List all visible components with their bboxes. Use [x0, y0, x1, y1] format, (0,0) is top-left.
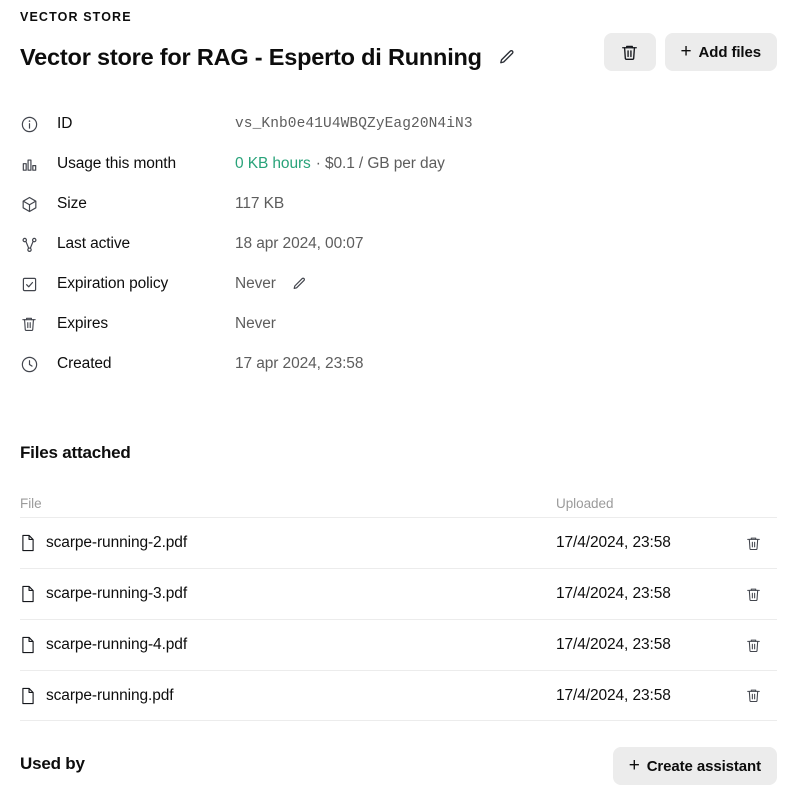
used-by-heading: Used by: [20, 754, 85, 773]
metadata-row-created: Created 17 apr 2024, 23:58: [20, 344, 777, 384]
metadata-label: Size: [57, 195, 87, 212]
expiration-policy-value: Never: [235, 275, 276, 292]
usage-rate-value: · $0.1 / GB per day: [315, 155, 445, 172]
pencil-icon: [497, 48, 516, 67]
delete-file-button[interactable]: [741, 531, 765, 555]
created-value: 17 apr 2024, 23:58: [235, 355, 364, 372]
metadata-label: Last active: [57, 235, 130, 252]
trash-icon: [620, 43, 639, 62]
table-row[interactable]: scarpe-running-4.pdf 17/4/2024, 23:58: [20, 619, 777, 670]
table-row[interactable]: scarpe-running-3.pdf 17/4/2024, 23:58: [20, 568, 777, 619]
files-table-header: File Uploaded: [20, 489, 777, 517]
clock-icon: [20, 355, 42, 374]
add-files-button[interactable]: + Add files: [664, 33, 777, 71]
breadcrumb-eyebrow: VECTOR STORE: [20, 10, 132, 24]
trash-icon: [20, 315, 42, 333]
plus-icon: +: [628, 754, 640, 776]
metadata-label: Expires: [57, 315, 108, 332]
file-icon: [20, 687, 36, 705]
file-uploaded-date: 17/4/2024, 23:58: [556, 686, 671, 704]
create-assistant-label: Create assistant: [646, 757, 761, 775]
metadata-row-id: ID vs_Knb0e41U4WBQZyEag20N4iN3: [20, 104, 777, 144]
usage-amount-value: 0 KB hours: [235, 155, 311, 172]
files-table: File Uploaded scarpe-running-2.pdf 17/4/…: [20, 489, 777, 721]
metadata-row-last-active: Last active 18 apr 2024, 00:07: [20, 224, 777, 264]
create-assistant-button[interactable]: + Create assistant: [612, 747, 777, 785]
trash-icon: [745, 687, 762, 704]
expires-value: Never: [235, 315, 276, 332]
checkbox-checked-icon: [20, 275, 42, 294]
file-name: scarpe-running.pdf: [46, 686, 174, 704]
delete-file-button[interactable]: [741, 633, 765, 657]
vector-store-detail-page: VECTOR STORE Vector store for RAG - Espe…: [0, 0, 797, 791]
share-nodes-icon: [20, 235, 42, 254]
column-header-uploaded: Uploaded: [556, 495, 614, 511]
table-row[interactable]: scarpe-running.pdf 17/4/2024, 23:58: [20, 670, 777, 721]
file-uploaded-date: 17/4/2024, 23:58: [556, 636, 671, 653]
files-attached-heading: Files attached: [20, 443, 131, 462]
metadata-row-expiration-policy: Expiration policy Never: [20, 264, 777, 304]
trash-icon: [745, 586, 762, 603]
file-icon: [20, 534, 36, 552]
trash-icon: [745, 535, 762, 552]
page-title: Vector store for RAG - Esperto di Runnin…: [20, 43, 482, 70]
metadata-label: ID: [57, 115, 73, 132]
delete-file-button[interactable]: [741, 582, 765, 606]
edit-title-button[interactable]: [494, 44, 520, 70]
trash-icon: [745, 637, 762, 654]
file-name: scarpe-running-3.pdf: [46, 585, 188, 602]
vector-store-id-value: vs_Knb0e41U4WBQZyEag20N4iN3: [235, 116, 473, 132]
metadata-label: Usage this month: [57, 155, 177, 172]
metadata-row-usage: Usage this month 0 KB hours · $0.1 / GB …: [20, 144, 777, 184]
size-value: 117 KB: [235, 195, 285, 212]
cube-icon: [20, 195, 42, 214]
info-circle-icon: [20, 115, 42, 134]
edit-expiration-policy-button[interactable]: [288, 273, 310, 295]
file-icon: [20, 585, 36, 603]
file-uploaded-date: 17/4/2024, 23:58: [556, 585, 671, 602]
metadata-label: Expiration policy: [57, 275, 169, 292]
file-icon: [20, 636, 36, 654]
plus-icon: +: [680, 40, 692, 62]
file-uploaded-date: 17/4/2024, 23:58: [556, 534, 671, 551]
used-by-section: Used by + Create assistant: [20, 745, 777, 785]
bar-chart-icon: [20, 155, 42, 174]
metadata-row-expires: Expires Never: [20, 304, 777, 344]
header-actions: + Add files: [603, 33, 777, 71]
column-header-file: File: [20, 495, 42, 511]
delete-vector-store-button[interactable]: [603, 33, 656, 71]
metadata-list: ID vs_Knb0e41U4WBQZyEag20N4iN3 Usage thi…: [20, 104, 777, 384]
file-name: scarpe-running-2.pdf: [46, 534, 188, 551]
metadata-row-size: Size 117 KB: [20, 184, 777, 224]
delete-file-button[interactable]: [741, 684, 765, 708]
file-name: scarpe-running-4.pdf: [46, 636, 188, 653]
last-active-value: 18 apr 2024, 00:07: [235, 235, 364, 252]
pencil-icon: [291, 276, 307, 292]
add-files-label: Add files: [698, 43, 762, 61]
table-row[interactable]: scarpe-running-2.pdf 17/4/2024, 23:58: [20, 517, 777, 568]
metadata-label: Created: [57, 355, 112, 372]
